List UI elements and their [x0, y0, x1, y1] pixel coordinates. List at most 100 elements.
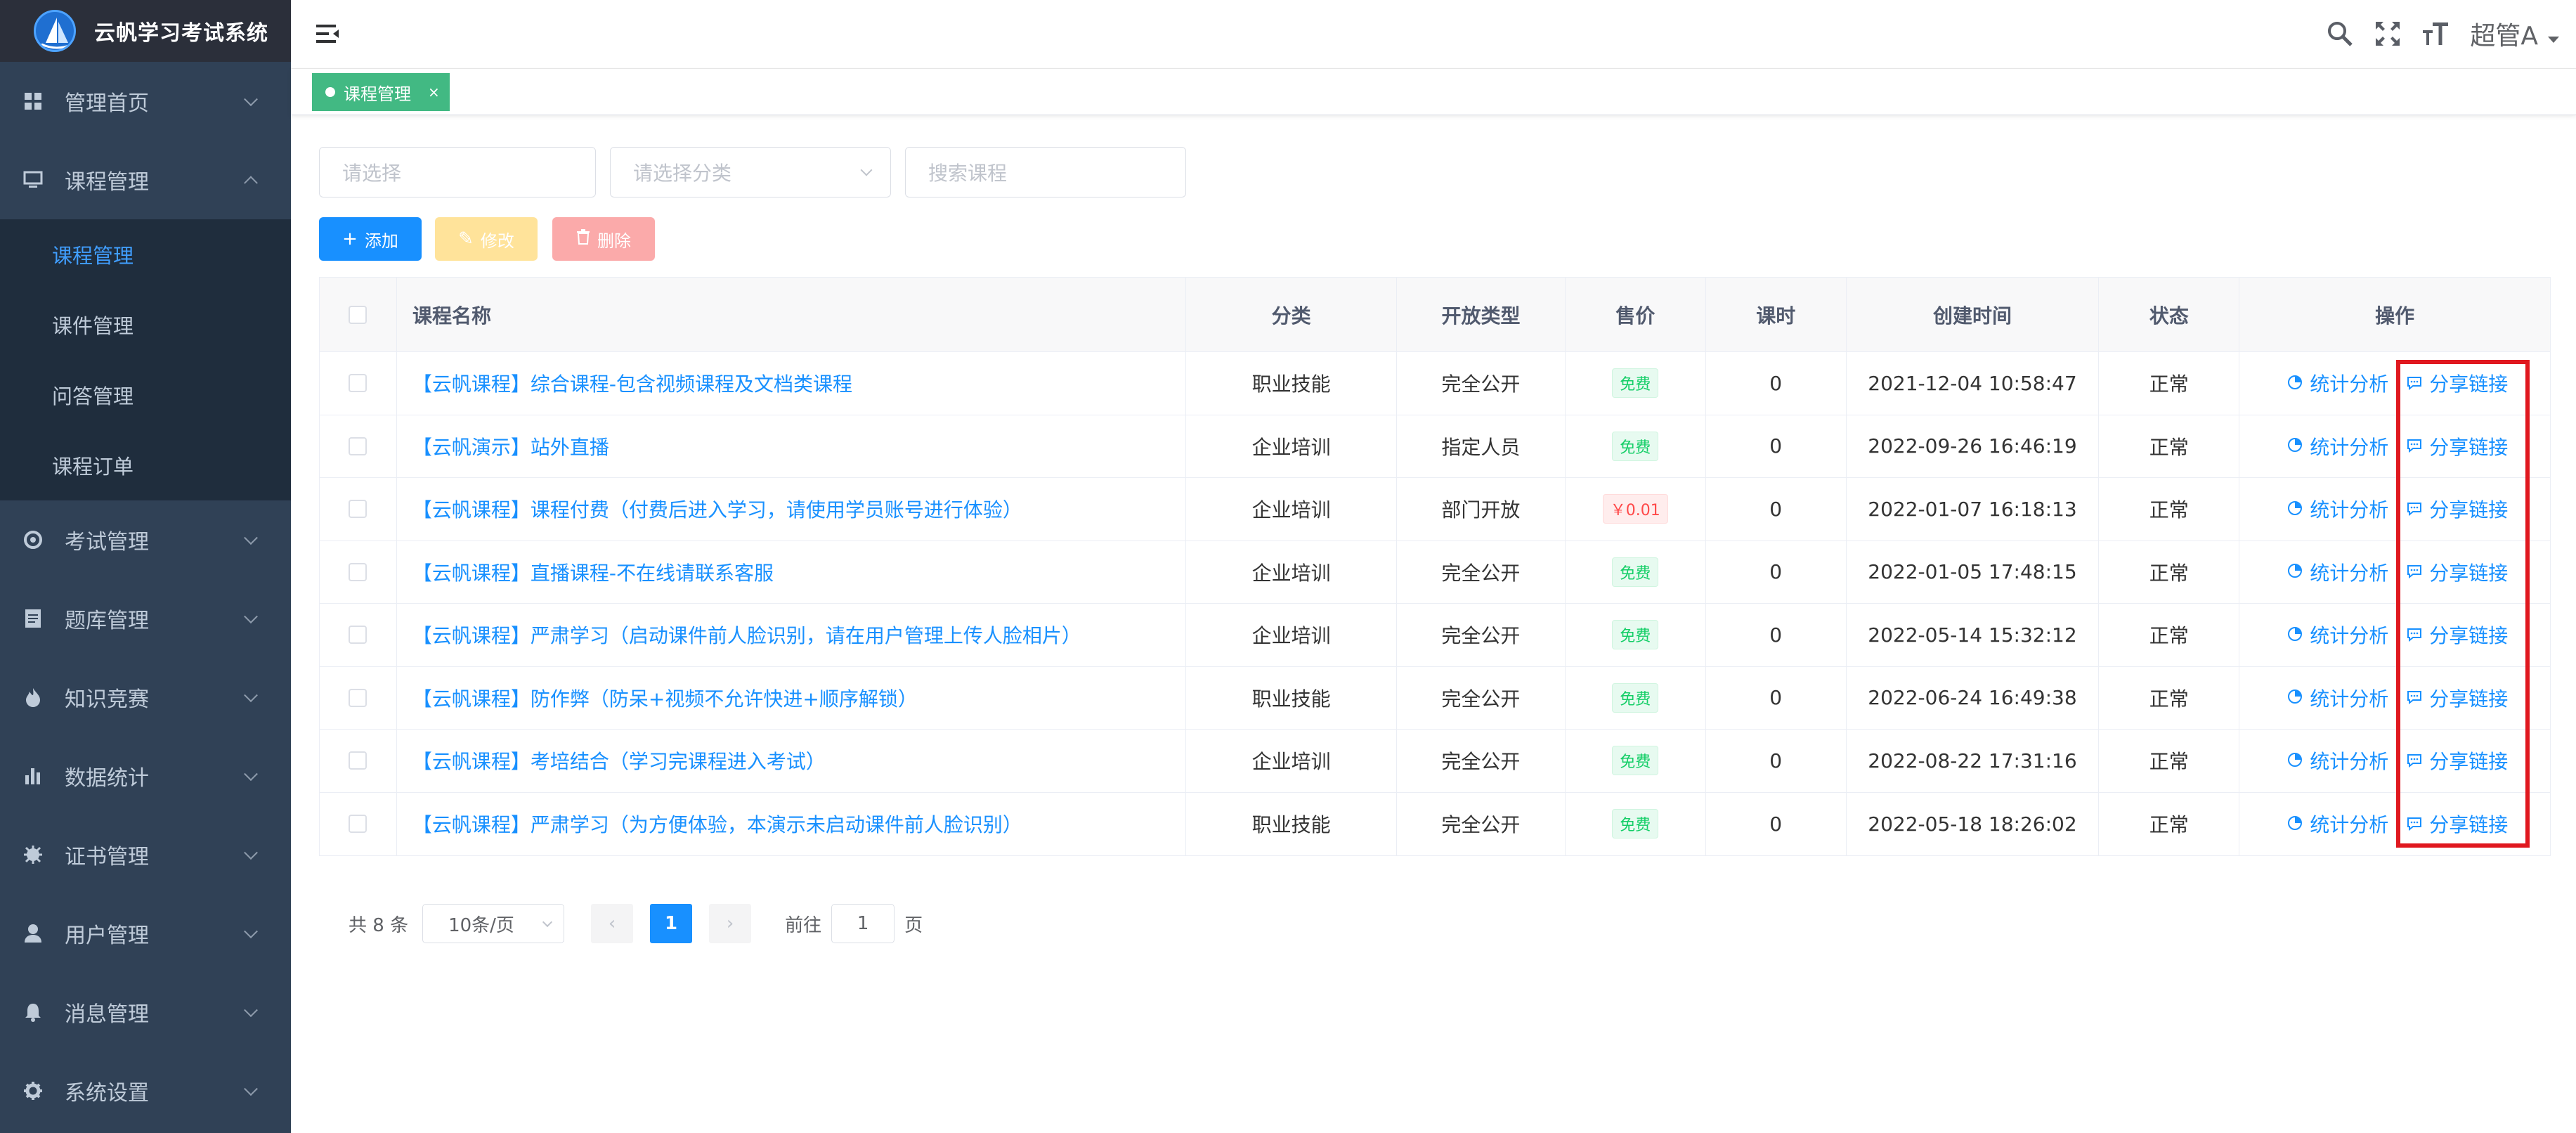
- sidebar-item-users[interactable]: 用户管理: [0, 894, 291, 973]
- price-badge: 免费: [1612, 368, 1659, 399]
- pie-chart-icon: [2287, 749, 2310, 772]
- stats-analysis-link[interactable]: 统计分析: [2287, 558, 2388, 586]
- price-cell: 免费: [1566, 352, 1706, 415]
- dashboard-icon: [22, 91, 44, 112]
- stats-analysis-link[interactable]: 统计分析: [2287, 621, 2388, 649]
- status-cell: 正常: [2099, 415, 2240, 477]
- created-time-cell: 2022-05-18 18:26:02: [1847, 792, 2100, 855]
- course-name-link[interactable]: 【云帆课程】考培结合（学习完课程进入考试）: [412, 746, 826, 775]
- sidebar-item-exam[interactable]: 考试管理: [0, 500, 291, 579]
- course-name-link[interactable]: 【云帆课程】防作弊（防呆+视频不允许快进+顺序解锁）: [412, 684, 918, 712]
- next-page-button[interactable]: ›: [709, 904, 752, 943]
- course-name-link[interactable]: 【云帆课程】严肃学习（启动课件前人脸识别，请在用户管理上传人脸相片）: [412, 621, 1081, 649]
- fullscreen-icon[interactable]: [2372, 18, 2404, 50]
- trash-icon: [576, 228, 590, 250]
- hours-cell: 0: [1706, 604, 1847, 666]
- pagination: 共 8 条 10条/页 ‹ 1 › 前往 1 页: [349, 902, 923, 945]
- sidebar-subitem-qa[interactable]: 问答管理: [0, 360, 291, 430]
- hours-cell: 0: [1706, 730, 1847, 792]
- sidebar-item-dashboard[interactable]: 管理首页: [0, 62, 291, 141]
- add-button[interactable]: + 添加: [319, 217, 422, 261]
- row-checkbox[interactable]: [349, 436, 367, 455]
- chevron-down-icon: [244, 846, 258, 860]
- page-suffix: 页: [904, 914, 923, 936]
- search-icon[interactable]: [2324, 18, 2356, 50]
- pie-chart-icon: [2287, 686, 2310, 709]
- course-name-cell: 【云帆课程】直播课程-不在线请联系客服: [397, 540, 1187, 603]
- font-size-icon[interactable]: [2419, 18, 2452, 50]
- chevron-down-icon: [542, 917, 553, 928]
- select-all-checkbox[interactable]: [349, 305, 367, 324]
- sidebar-item-label: 数据统计: [65, 766, 149, 791]
- sidebar-item-course[interactable]: 课程管理: [0, 141, 291, 219]
- sidebar-item-certificate[interactable]: 证书管理: [0, 815, 291, 894]
- row-checkbox[interactable]: [349, 815, 367, 834]
- category-cell: 企业培训: [1186, 540, 1398, 603]
- open-type-cell: 指定人员: [1397, 415, 1566, 477]
- sidebar-item-label: 考试管理: [65, 530, 149, 555]
- row-checkbox[interactable]: [349, 688, 367, 707]
- stats-label: 统计分析: [2310, 373, 2389, 396]
- row-checkbox[interactable]: [349, 626, 367, 645]
- goto-page-input[interactable]: 1: [831, 904, 895, 943]
- category-select[interactable]: 请选择分类: [610, 147, 891, 198]
- price-badge: 免费: [1612, 620, 1659, 650]
- prev-page-button[interactable]: ‹: [591, 904, 634, 943]
- sidebar-item-question-bank[interactable]: 题库管理: [0, 579, 291, 658]
- tag-course-manage[interactable]: 课程管理 ×: [312, 73, 450, 111]
- created-time-cell: 2022-01-05 17:48:15: [1847, 540, 2100, 603]
- close-icon[interactable]: ×: [428, 84, 440, 101]
- open-type-cell: 完全公开: [1397, 604, 1566, 666]
- sidebar-item-label: 用户管理: [65, 924, 149, 948]
- stats-analysis-link[interactable]: 统计分析: [2287, 746, 2388, 775]
- row-checkbox[interactable]: [349, 751, 367, 770]
- course-name-link[interactable]: 【云帆课程】直播课程-不在线请联系客服: [412, 558, 774, 586]
- price-cell: 免费: [1566, 540, 1706, 603]
- stats-analysis-link[interactable]: 统计分析: [2287, 810, 2388, 838]
- page-size-select[interactable]: 10条/页: [422, 904, 565, 943]
- price-badge: 免费: [1612, 431, 1659, 461]
- course-name-link[interactable]: 【云帆课程】课程付费（付费后进入学习，请使用学员账号进行体验）: [412, 495, 1022, 523]
- stats-analysis-link[interactable]: 统计分析: [2287, 369, 2388, 397]
- course-name-link[interactable]: 【云帆课程】综合课程-包含视频课程及文档类课程: [412, 369, 852, 397]
- hours-cell: 0: [1706, 478, 1847, 540]
- app-logo-bar[interactable]: 云帆学习考试系统: [0, 0, 291, 62]
- chevron-up-icon: [244, 176, 258, 190]
- pagination-total: 共 8 条: [349, 914, 409, 936]
- chevron-down-icon: [860, 164, 873, 176]
- edit-button[interactable]: ✎ 修改: [435, 217, 538, 261]
- sidebar-item-settings[interactable]: 系统设置: [0, 1051, 291, 1130]
- table-row: 【云帆课程】严肃学习（启动课件前人脸识别，请在用户管理上传人脸相片） 企业培训 完全…: [320, 604, 2550, 667]
- sidebar-menu: 管理首页 课程管理 课程管理 课件管理 问答管理 课程订单 考试管理 题库管理 …: [0, 62, 291, 1130]
- pie-chart-icon: [2287, 560, 2310, 583]
- select-placeholder: 请选择: [342, 162, 402, 185]
- sidebar-subitem-courseware[interactable]: 课件管理: [0, 290, 291, 360]
- sidebar-subitem-orders[interactable]: 课程订单: [0, 430, 291, 500]
- stats-analysis-link[interactable]: 统计分析: [2287, 432, 2388, 460]
- sidebar-item-contest[interactable]: 知识竞赛: [0, 658, 291, 737]
- select-filter[interactable]: 请选择: [319, 147, 596, 198]
- sidebar-item-label: 消息管理: [65, 1002, 149, 1027]
- stats-analysis-link[interactable]: 统计分析: [2287, 495, 2388, 523]
- search-placeholder: 搜索课程: [928, 162, 1008, 185]
- search-input[interactable]: 搜索课程: [905, 147, 1186, 198]
- course-name-link[interactable]: 【云帆演示】站外直播: [412, 432, 609, 460]
- table-body: 【云帆课程】综合课程-包含视频课程及文档类课程 职业技能 完全公开 免费 0 2021-1…: [320, 352, 2550, 855]
- sidebar-item-stats[interactable]: 数据统计: [0, 737, 291, 815]
- sidebar-subitem-course-manage[interactable]: 课程管理: [0, 219, 291, 290]
- row-checkbox[interactable]: [349, 500, 367, 519]
- page-number-current[interactable]: 1: [650, 904, 693, 943]
- course-name-cell: 【云帆课程】防作弊（防呆+视频不允许快进+顺序解锁）: [397, 666, 1187, 729]
- row-checkbox[interactable]: [349, 374, 367, 393]
- row-checkbox[interactable]: [349, 562, 367, 581]
- delete-button[interactable]: 删除: [552, 217, 655, 261]
- course-name-link[interactable]: 【云帆课程】严肃学习（为方便体验，本演示未启动课件前人脸识别）: [412, 810, 1022, 838]
- menu-fold-icon[interactable]: [313, 20, 341, 48]
- stats-analysis-link[interactable]: 统计分析: [2287, 684, 2388, 712]
- pie-chart-icon: [2287, 623, 2310, 647]
- user-name[interactable]: 超管A: [2470, 15, 2538, 52]
- sidebar-item-messages[interactable]: 消息管理: [0, 973, 291, 1051]
- sidebar-item-label: 题库管理: [65, 609, 149, 633]
- caret-down-icon[interactable]: [2548, 36, 2559, 43]
- sidebar-item-label: 课程管理: [65, 170, 149, 195]
